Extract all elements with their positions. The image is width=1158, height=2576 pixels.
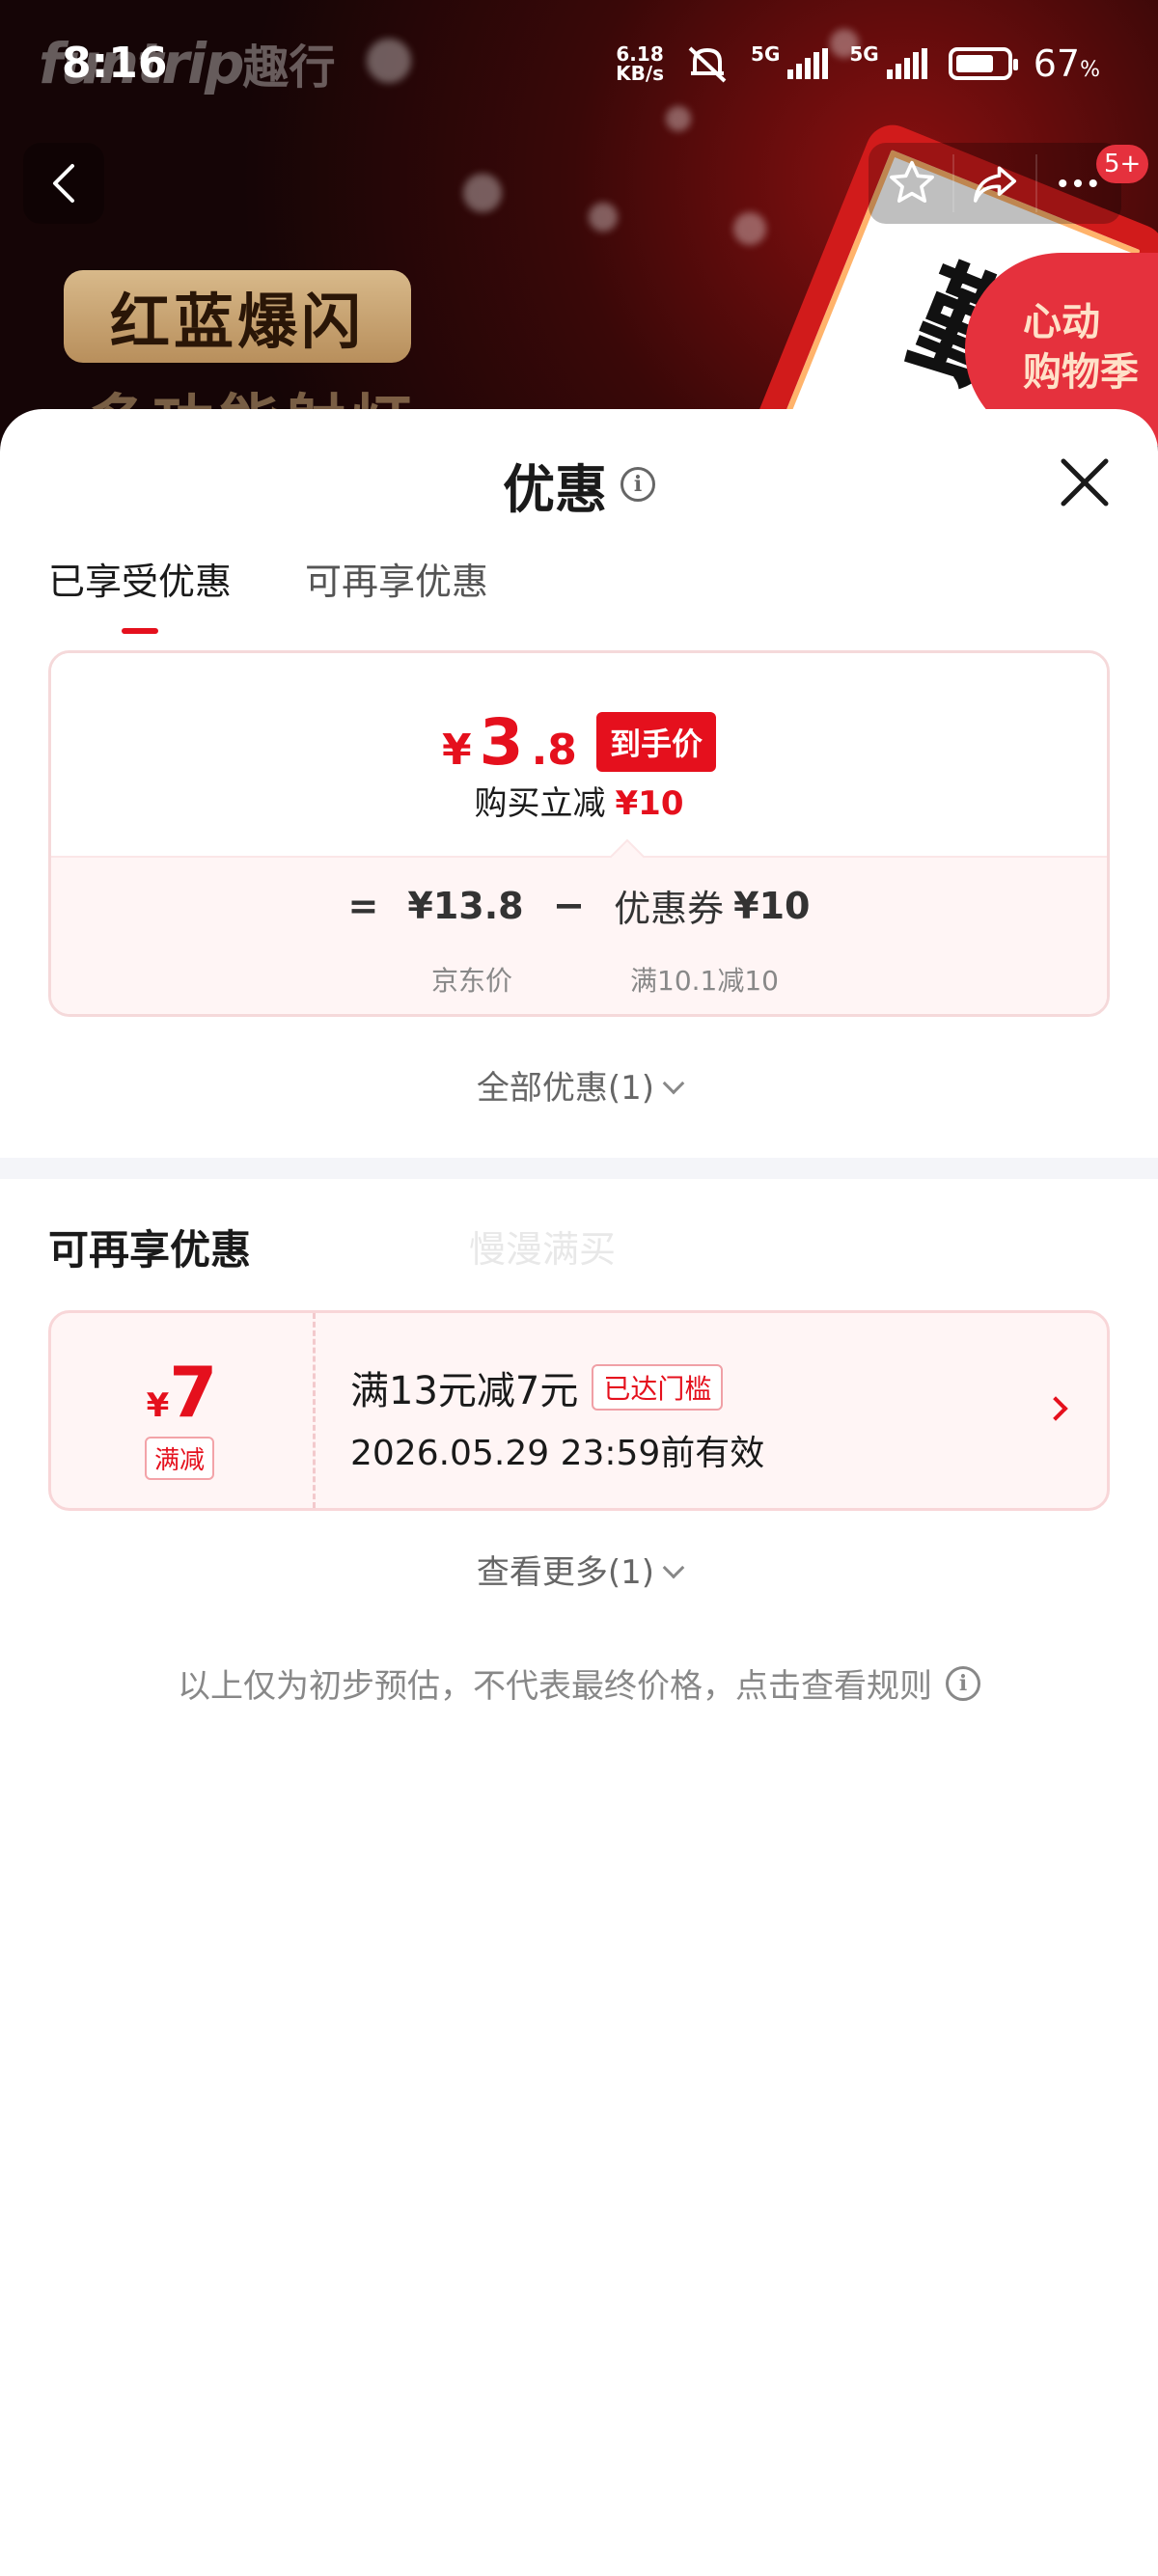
price-breakdown-card: ¥3.8 到手价 购买立减 ¥10 = ¥13.8 − 优惠券 ¥10 京东价 满… [48,650,1110,1017]
watermark-text: 慢漫满买 [469,1228,617,1271]
tab-enjoyed[interactable]: 已享受优惠 [48,552,232,634]
info-icon[interactable]: i [620,467,655,502]
coupon-value-number: 7 [169,1352,218,1433]
coupon-title: 满13元减7元 [350,1369,579,1413]
promo-tag: 红蓝爆闪 [64,270,411,363]
mute-bell-icon [688,46,727,83]
status-icons: 6.18 KB/s 5G 5G 67% [616,42,1100,85]
promotion-tabs: 已享受优惠 可再享优惠 [48,552,488,634]
final-price-section: ¥3.8 到手价 购买立减 ¥10 [51,653,1107,856]
see-more-label: 查看更多(1) [476,1553,655,1592]
bokeh-light [733,212,766,245]
battery-percent: 67% [1034,42,1100,85]
network-type-1: 5G [751,42,781,66]
battery-unit: % [1080,58,1100,82]
reduction-label: 购买立减 [474,784,606,823]
sheet-title: 优惠 [503,458,607,520]
divider [1035,154,1038,212]
minus-sign: − [552,883,586,928]
reduction-amount: ¥10 [615,784,684,823]
coupon-label: 优惠券 [614,888,725,930]
info-icon: i [946,1665,980,1701]
coupon-amount: ¥10 [733,884,811,927]
network-type-2: 5G [849,42,879,66]
disclaimer[interactable]: 以上仅为初步预估，不代表最终价格，点击查看规则 i [0,1659,1158,1707]
event-badge-line2: 购物季 [1023,350,1139,395]
chevron-right-icon [1043,1396,1068,1421]
status-bar: 8:16 6.18 KB/s 5G 5G 67% [0,0,1158,135]
coupon-condition: 满10.1减10 [630,965,779,997]
status-time: 8:16 [62,39,168,88]
section-divider [0,1158,1158,1179]
all-promotions-toggle[interactable]: 全部优惠(1) [0,1061,1158,1109]
network-speed: 6.18 KB/s [616,44,664,83]
coupon-validity: 2026.05.29 23:59前有效 [350,1434,765,1473]
battery-icon [948,47,1018,80]
network-speed-unit: KB/s [616,62,665,85]
disclaimer-text: 以上仅为初步预估，不代表最终价格，点击查看规则 [178,1667,932,1706]
price-formula: = ¥13.8 − 优惠券 ¥10 [51,879,1107,932]
tab-more-available[interactable]: 可再享优惠 [305,552,488,634]
purchase-reduction: 购买立减 ¥10 [51,777,1107,824]
see-more-toggle[interactable]: 查看更多(1) [0,1546,1158,1593]
back-button[interactable] [23,143,104,224]
final-price-tag: 到手价 [595,712,716,772]
nav-actions [868,143,1121,224]
threshold-reached-badge: 已达门槛 [592,1364,724,1411]
battery-value: 67 [1033,42,1081,85]
chevron-down-icon [662,1072,685,1095]
original-price-label: 京东价 [431,965,513,997]
final-price: ¥3.8 到手价 [51,705,1107,781]
original-price: ¥13.8 [407,884,524,927]
event-badge-line1: 心动 [1023,300,1100,344]
star-icon[interactable] [886,157,938,209]
close-icon[interactable] [1054,452,1116,513]
divider [951,154,954,212]
coupon-title-row: 满13元减7元 已达门槛 [350,1359,724,1415]
currency-symbol: ¥ [442,726,472,775]
coupon-value: ¥7 [51,1352,313,1433]
chevron-down-icon [662,1556,685,1579]
share-icon[interactable] [969,157,1021,209]
coupon-currency: ¥ [146,1386,170,1425]
bokeh-light [463,174,502,212]
final-price-int: 3 [479,705,524,780]
price-formula-section: = ¥13.8 − 优惠券 ¥10 京东价 满10.1减10 [51,838,1107,1014]
section-title: 可再享优惠 [48,1226,252,1274]
message-count-badge: 5+ [1096,145,1149,183]
all-promotions-label: 全部优惠(1) [476,1069,655,1108]
final-price-dec: .8 [531,726,577,775]
bokeh-light [589,203,618,232]
signal-icon [787,48,829,79]
coupon-card[interactable]: ¥7 满减 满13元减7元 已达门槛 2026.05.29 23:59前有效 [48,1310,1110,1511]
sheet-header: 优惠 i [0,446,1158,523]
chevron-left-icon [53,164,74,203]
coupon-value-section: ¥7 满减 [51,1313,316,1508]
coupon-type-badge: 满减 [145,1437,215,1480]
promotions-sheet: 优惠 i 已享受优惠 可再享优惠 ¥3.8 到手价 购买立减 ¥10 = ¥13.… [0,409,1158,2576]
signal-icon [886,48,927,79]
equals-sign: = [347,884,379,927]
network-speed-value: 6.18 [616,42,664,66]
